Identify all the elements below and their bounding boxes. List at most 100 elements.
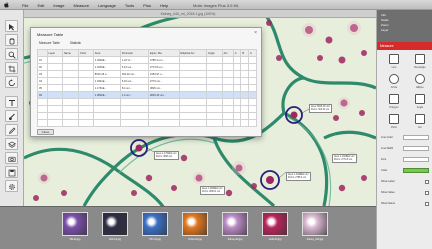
crop-tool-button[interactable] [5,62,18,74]
table-cell [205,105,223,113]
table-cell: 1.0349E... [92,56,121,64]
table-cell [221,56,234,64]
table-header-cell[interactable]: A [232,49,242,57]
table-row[interactable]: 02 1.0315E... 5.13 um... 2774.8 um... [37,63,257,71]
table-header-cell[interactable] [37,49,48,57]
setting-checkbox[interactable] [425,179,429,184]
color-picker-button[interactable] [5,124,18,136]
table-cell [205,91,223,99]
thumbnail-image[interactable] [102,212,128,236]
table-header-cell[interactable]: Perimeter [119,49,149,57]
table-row[interactable]: 06 1.0832E... 1.4 um... 2823.43 um... [37,91,257,99]
gear-icon [9,184,15,190]
setting-field[interactable] [403,146,429,151]
thumbnail-image[interactable] [262,212,288,236]
table-header-cell[interactable]: C [248,49,257,57]
table-cell [248,98,257,106]
tool-point[interactable] [389,114,399,124]
brush-icon [9,113,15,120]
zoom-tool-button[interactable] [5,48,18,60]
measurement-label[interactable]: Area: 8616.18 um² Perim: 302.32 um [309,104,333,114]
close-icon[interactable]: × [254,30,257,36]
select-tool-button[interactable] [5,20,18,32]
settings-tool-button[interactable] [5,180,18,192]
table-cell: 1.0341E... [92,77,121,85]
tool-label: Line [391,66,397,69]
tool-ellipse[interactable] [415,74,425,84]
table-header-cell[interactable]: Elliptical Arc [178,49,207,57]
table-cell [232,63,242,71]
setting-label: Show Name [381,202,396,205]
table-cell [248,112,257,120]
tool-arc[interactable] [415,114,425,124]
tool-polygon[interactable] [389,94,399,104]
table-cell [92,112,121,120]
tool-angle[interactable] [415,94,425,104]
table-header-cell[interactable]: Name [61,49,79,57]
thumbnail-image[interactable] [302,212,328,236]
table-cell [178,112,207,120]
table-cell: 302.32 um... [119,70,149,78]
setting-field[interactable] [403,135,429,140]
thumbnail-image[interactable] [142,212,168,236]
tool-rectangle[interactable] [415,54,425,64]
table-cell [77,63,94,71]
brush-tool-button[interactable] [5,110,18,122]
table-header-cell[interactable]: Angle [205,49,223,57]
close-button[interactable]: Close [37,129,54,135]
table-cell [77,70,94,78]
table-cell [61,119,79,127]
tab-statistic[interactable]: Statistic [70,41,81,45]
measurement-label[interactable]: Area: 1.0349E4 um² Perim: 2785.4 um [286,172,311,182]
table-row[interactable]: 03 8616.18 u... 302.32 um... 1954.97 u... [37,70,257,78]
setting-checkbox[interactable] [425,201,429,206]
table-header-cell[interactable]: Layer [46,49,63,57]
text-tool-button[interactable] [5,96,18,108]
table-header-cell[interactable]: B [240,49,250,57]
rotate-tool-button[interactable] [5,76,18,88]
table-header-cell[interactable]: Arc [221,49,234,57]
table-header-cell[interactable]: Equiv. Dia. [147,49,180,57]
table-cell [61,56,79,64]
rotate-icon [8,79,15,87]
table-cell: 04 [37,77,48,85]
table-cell [77,84,94,92]
table-cell [240,70,250,78]
tool-line[interactable] [389,54,399,64]
tool-circle[interactable] [389,74,399,84]
table-header-cell[interactable]: Color [77,49,94,57]
panel-header-line[interactable]: Layer [381,28,389,33]
table-cell [221,70,234,78]
table-cell [147,98,180,106]
table-cell [46,56,63,64]
setting-checkbox[interactable] [425,190,429,195]
measure-table-dialog: Measure Table × Measure Table Statistic … [30,27,262,137]
color-swatch[interactable] [403,168,429,173]
camera-tool-button[interactable] [5,152,18,164]
layers-tool-button[interactable] [5,138,18,150]
table-cell [205,70,223,78]
table-cell: 6.16 um... [119,77,149,85]
thumbnail-image[interactable] [182,212,208,236]
table-cell [37,119,48,127]
table-row[interactable]: 01 1.0349E... 1.24 %... 2785.4 um... [37,56,257,64]
hand-tool-button[interactable] [5,34,18,46]
thumbnail-image[interactable] [222,212,248,236]
table-row[interactable]: 04 1.0341E... 6.16 um... 2773 um... [37,77,257,85]
table-cell [232,98,242,106]
table-cell [77,105,94,113]
table-header-cell[interactable]: Area [92,49,121,57]
thumbnail-image[interactable] [62,212,88,236]
table-cell [119,105,149,113]
tab-measure-table[interactable]: Measure Table [39,41,60,45]
measurement-label[interactable]: Area: 1.1761E4 um² Perim: 3826 um [154,151,179,161]
camera-icon [8,156,16,163]
thumbnail-label: Fish-01.jpg [109,238,121,241]
table-row[interactable]: 05 1.1761E... 8.4 um... 3826 um... [37,84,257,92]
thumbnail-label: HE-02.jpg [69,238,81,241]
save-tool-button[interactable] [5,166,18,178]
measurement-label[interactable]: Area: 1.0832E4 um² Perim: 2823.4 um [200,186,225,196]
measurement-label[interactable]: Area: 1.0315E4 um² Perim: 2774.8 um [332,154,357,164]
table-cell [240,91,250,99]
setting-field[interactable] [403,157,429,162]
